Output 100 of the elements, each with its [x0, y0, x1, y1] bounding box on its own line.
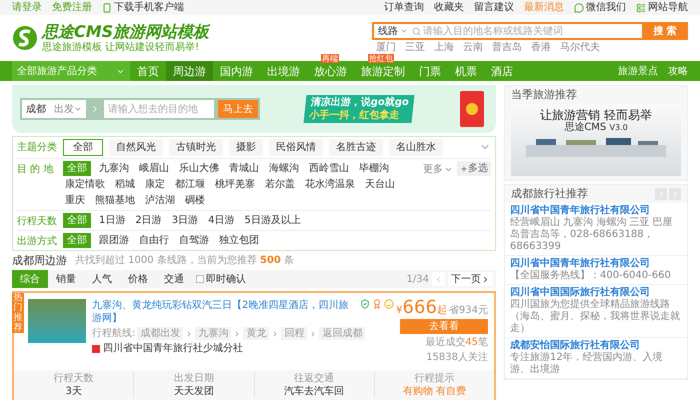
- filter-label: 出游方式: [17, 234, 58, 248]
- filter-option[interactable]: 自然风光: [109, 139, 163, 156]
- filter-option[interactable]: 青城山: [227, 161, 261, 176]
- filter-option[interactable]: 海螺沟: [267, 161, 301, 176]
- sort-tab[interactable]: 交通: [156, 270, 192, 288]
- filter-option[interactable]: 自由行: [137, 233, 171, 248]
- top-bar-link[interactable]: 网站导航: [636, 1, 688, 14]
- filter-option[interactable]: 峨眉山: [137, 161, 171, 176]
- agency-link[interactable]: 成都安怡国际旅行社有限公司: [510, 340, 682, 352]
- filter-option[interactable]: 康定情歌: [63, 177, 107, 192]
- shield-icon: [360, 299, 370, 309]
- multi-select-button[interactable]: 多选: [457, 161, 491, 176]
- agency-link[interactable]: 四川省中国青年旅行社有限公司: [510, 205, 682, 217]
- filter-option[interactable]: 天台山: [363, 177, 397, 192]
- filter-option[interactable]: 3日游: [170, 213, 200, 228]
- filter-option[interactable]: 西岭雪山: [307, 161, 351, 176]
- fact-label: 往返交通: [294, 372, 334, 385]
- fact-label: 行程天数: [54, 372, 94, 385]
- caret-icon: [444, 165, 453, 174]
- filter-option[interactable]: 花水湾温泉: [303, 177, 357, 192]
- chat-icon: [574, 2, 584, 12]
- filter-label: 主题分类: [17, 140, 58, 155]
- ad-brand: 思途CMS V3.0: [564, 122, 628, 134]
- sort-tab[interactable]: 价格: [120, 270, 156, 288]
- filter-option[interactable]: 5日游及以上: [242, 213, 303, 228]
- previous-page-button[interactable]: [432, 272, 445, 286]
- top-bar-link[interactable]: 微信我们: [574, 1, 626, 14]
- filter-option[interactable]: 乐山大佛: [177, 161, 221, 176]
- nav-badge: 再端: [321, 54, 339, 63]
- top-bar-link[interactable]: 收藏夹: [434, 1, 464, 14]
- hot-search-link[interactable]: 上海: [434, 41, 454, 54]
- fact-value: 有购物 有自费: [402, 385, 466, 398]
- previous-button[interactable]: [655, 188, 667, 200]
- next-button[interactable]: [669, 188, 681, 200]
- filter-option[interactable]: 全部: [63, 139, 103, 156]
- phone-icon: [102, 2, 112, 12]
- filter-option[interactable]: 九寨沟: [97, 161, 131, 176]
- page-counter: 1/34: [406, 272, 429, 286]
- fact-value: 汽车去汽车回: [284, 385, 344, 398]
- agency-icon: [92, 344, 100, 352]
- search-type-select[interactable]: 线路: [374, 24, 412, 38]
- filter-option[interactable]: 泸沽湖: [143, 193, 177, 208]
- filter-option[interactable]: 自驾游: [177, 233, 211, 248]
- next-page-button[interactable]: 下一页: [448, 272, 493, 286]
- hot-search-link[interactable]: 厦门: [376, 41, 396, 54]
- search-icon: [412, 26, 421, 36]
- route-stop: 返回成都: [319, 327, 366, 340]
- filter-option[interactable]: 1日游: [97, 213, 128, 228]
- sort-tab[interactable]: 销量: [48, 270, 84, 288]
- followers-text: 15838人关注: [426, 351, 488, 364]
- filter-option[interactable]: 跟团游: [97, 233, 131, 248]
- agency-link[interactable]: 四川省中国青年旅行社有限公司: [510, 258, 682, 270]
- departure-field[interactable]: 成都 出发: [22, 100, 86, 118]
- panel-title: 成都旅行社推荐: [511, 188, 588, 200]
- filter-option[interactable]: 摄影: [229, 139, 263, 156]
- product-title-link[interactable]: 九寨沟、黄龙纯玩彩钻双汽三日【2晚准四星酒店，四川旅游网】: [92, 299, 358, 325]
- filter-option[interactable]: 名山胜水: [389, 139, 443, 156]
- filter-option[interactable]: 稻城: [113, 177, 137, 192]
- site-title: 思途CMS旅游网站模板: [42, 22, 210, 41]
- filter-option[interactable]: 重庆: [63, 193, 87, 208]
- filter-option[interactable]: 4日游: [206, 213, 236, 228]
- filter-option[interactable]: 若尔盖: [263, 177, 297, 192]
- route-stop: 回程: [281, 327, 308, 340]
- agency-link[interactable]: 四川省中国国际旅行社有限公司: [510, 287, 682, 299]
- hot-search-link[interactable]: 马尔代夫: [560, 41, 600, 54]
- filter-option[interactable]: 名胜古迹: [329, 139, 383, 156]
- nav-badge: 抢红包: [368, 54, 394, 63]
- agency-description: 【全国服务热线】：400-6040-660: [510, 270, 672, 282]
- hot-search-link[interactable]: 普吉岛: [492, 41, 522, 54]
- filter-option[interactable]: 民俗风情: [269, 139, 323, 156]
- filter-option[interactable]: 古镇时光: [169, 139, 223, 156]
- more-link[interactable]: 更多: [423, 161, 453, 208]
- nav-tab[interactable]: 周边游: [166, 61, 213, 81]
- ad-headline: 让旅游营销 轻而易举: [540, 109, 652, 121]
- top-bar-link[interactable]: 下载手机客户端: [102, 1, 184, 14]
- filter-option[interactable]: 熊猫基地: [93, 193, 137, 208]
- filter-option[interactable]: 2日游: [133, 213, 164, 228]
- panel-title: 当季旅游推荐: [510, 87, 578, 103]
- plus-icon: [460, 164, 468, 172]
- sort-tab[interactable]: 人气: [84, 270, 120, 288]
- filter-option[interactable]: 碉楼: [183, 193, 207, 208]
- smile-icon: [384, 299, 394, 309]
- fact-value: 天天发团: [174, 385, 214, 398]
- filter-option[interactable]: 桃坪羌寨: [213, 177, 257, 192]
- instant-confirm-checkbox[interactable]: 即时确认: [196, 272, 246, 286]
- search-field[interactable]: 线路 请输入目的地名称或线路关键词: [372, 22, 642, 40]
- menu-icon: [636, 2, 646, 12]
- filter-option[interactable]: 都江堰: [173, 177, 207, 192]
- filter-option[interactable]: 康定: [143, 177, 167, 192]
- top-bar-link[interactable]: 订单查询: [384, 1, 424, 14]
- filter-option[interactable]: 毕棚沟: [357, 161, 391, 176]
- top-bar-link[interactable]: 留言建议: [474, 1, 514, 14]
- hot-search-link[interactable]: 香港: [531, 41, 551, 54]
- saving-text: 省934元: [448, 304, 488, 317]
- logo-icon: [12, 25, 38, 51]
- route-label: 行程航线:: [92, 327, 136, 340]
- hot-search-link[interactable]: 云南: [463, 41, 483, 54]
- fact-label: 出发日期: [174, 372, 214, 385]
- hot-search-link[interactable]: 三亚: [405, 41, 425, 54]
- filter-option[interactable]: 独立包团: [217, 233, 261, 248]
